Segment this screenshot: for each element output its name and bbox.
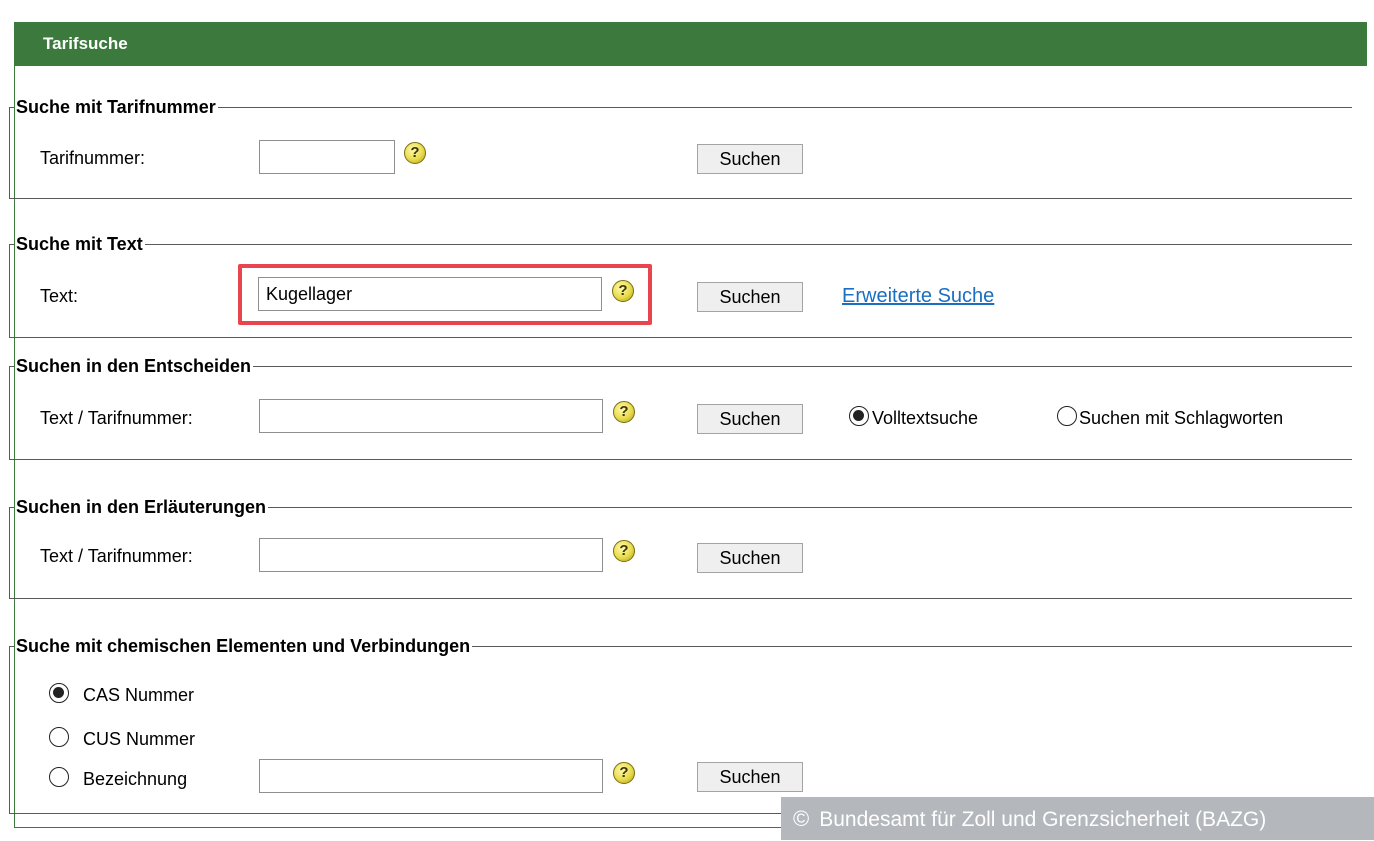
designation-label: Bezeichnung <box>83 769 188 789</box>
decisions-text-label: Text / Tarifnummer: <box>40 408 193 428</box>
section-legend: Suche mit Text <box>16 234 143 254</box>
cus-number-label: CUS Nummer <box>83 729 196 749</box>
decisions-search-input[interactable] <box>259 399 603 433</box>
text-search-button[interactable]: Suchen <box>697 282 803 312</box>
tariff-number-search-button[interactable]: Suchen <box>697 144 803 174</box>
copyright-credit: © Bundesamt für Zoll und Grenzsicherheit … <box>781 797 1374 840</box>
explanations-text-label: Text / Tarifnummer: <box>40 546 193 566</box>
credit-text: Bundesamt für Zoll und Grenzsicherheit (… <box>819 808 1267 831</box>
highlight-box <box>238 264 652 325</box>
cus-number-radio[interactable] <box>49 727 69 747</box>
tariff-number-label: Tarifnummer: <box>40 148 146 168</box>
explanations-search-input[interactable] <box>259 538 603 572</box>
cas-number-radio[interactable] <box>49 683 69 703</box>
fulltext-radio[interactable] <box>849 406 869 426</box>
decisions-search-button[interactable]: Suchen <box>697 404 803 434</box>
section-legend: Suche mit Tarifnummer <box>16 97 216 117</box>
keywords-radio[interactable] <box>1057 406 1077 426</box>
chemical-search-button[interactable]: Suchen <box>697 762 803 792</box>
copyright-icon: © <box>793 806 810 831</box>
panel-title: Tarifsuche <box>15 22 1367 66</box>
help-icon[interactable]: ? <box>404 142 426 164</box>
section-legend: Suche mit chemischen Elementen und Verbi… <box>16 636 471 656</box>
text-label: Text: <box>40 286 79 306</box>
help-icon[interactable]: ? <box>613 762 635 784</box>
section-legend: Suchen in den Entscheiden <box>16 356 252 376</box>
advanced-search-link[interactable]: Erweiterte Suche <box>842 285 994 308</box>
help-icon[interactable]: ? <box>613 540 635 562</box>
chemical-section: Suche mit chemischen Elementen und Verbi… <box>9 636 1352 814</box>
keywords-radio-label: Suchen mit Schlagworten <box>1079 408 1284 428</box>
fulltext-radio-label: Volltextsuche <box>872 408 979 428</box>
explanations-section: Suchen in den Erläuterungen <box>9 497 1352 599</box>
chemical-search-input[interactable] <box>259 759 603 793</box>
cas-number-label: CAS Nummer <box>83 685 195 705</box>
designation-radio[interactable] <box>49 767 69 787</box>
tariff-number-section: Suche mit Tarifnummer <box>9 97 1352 199</box>
tariff-number-input[interactable] <box>259 140 395 174</box>
help-icon[interactable]: ? <box>613 401 635 423</box>
text-section: Suche mit Text <box>9 234 1352 338</box>
explanations-search-button[interactable]: Suchen <box>697 543 803 573</box>
section-legend: Suchen in den Erläuterungen <box>16 497 267 517</box>
